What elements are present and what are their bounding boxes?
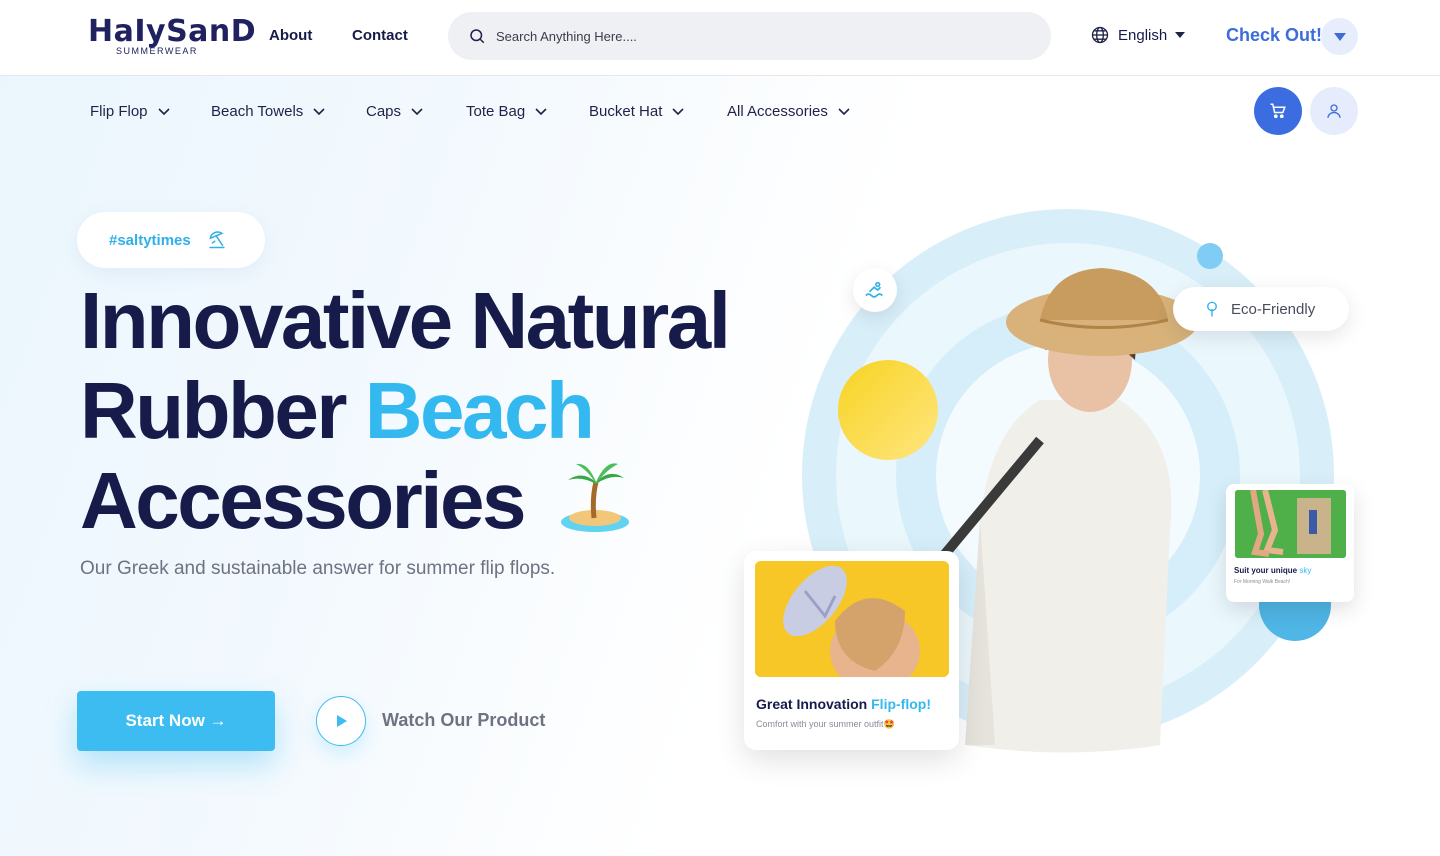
flipflop-product-card[interactable]: Great Innovation Flip-flop! Comfort with… bbox=[744, 551, 959, 750]
category-label: Beach Towels bbox=[211, 103, 304, 120]
flipflop-card-desc: Comfort with your summer outfit🤩 bbox=[756, 719, 895, 729]
chevron-down-icon bbox=[838, 107, 850, 115]
flipflop-card-title: Great Innovation Flip-flop! bbox=[756, 696, 931, 712]
cart-icon bbox=[1270, 103, 1286, 119]
logo-subtext: SUMMERWEAR bbox=[116, 46, 198, 56]
bag-product-card[interactable]: Suit your unique sky For Morning Walk Be… bbox=[1226, 484, 1354, 602]
headline-line-1: Innovative Natural bbox=[80, 276, 731, 365]
bubble-shape bbox=[1197, 243, 1223, 269]
nav-link-about[interactable]: About bbox=[269, 27, 312, 44]
category-tote-bag[interactable]: Tote Bag bbox=[466, 103, 547, 120]
logo-wordmark: HaIySanD bbox=[88, 14, 257, 49]
globe-icon bbox=[1091, 26, 1109, 44]
brand-logo[interactable]: HaIySanD SUMMERWEAR bbox=[88, 14, 256, 58]
beach-umbrella-icon bbox=[209, 231, 225, 249]
cart-button[interactable] bbox=[1254, 87, 1302, 135]
flipflop-product-image bbox=[755, 561, 949, 677]
search-input[interactable] bbox=[496, 28, 1016, 44]
chevron-down-icon bbox=[535, 107, 547, 115]
category-bucket-hat[interactable]: Bucket Hat bbox=[589, 103, 684, 120]
bag-title-a: Suit your unique bbox=[1234, 566, 1298, 575]
category-label: Flip Flop bbox=[90, 103, 148, 120]
sun-shape bbox=[838, 360, 938, 460]
checkout-dropdown-button[interactable] bbox=[1321, 18, 1358, 55]
chevron-down-icon bbox=[411, 107, 423, 115]
category-label: All Accessories bbox=[727, 103, 828, 120]
checkout-link[interactable]: Check Out! bbox=[1226, 25, 1322, 46]
bag-title-b: sky bbox=[1299, 566, 1312, 575]
play-icon bbox=[337, 715, 347, 727]
category-beach-towels[interactable]: Beach Towels bbox=[211, 103, 325, 120]
hero-subtitle: Our Greek and sustainable answer for sum… bbox=[80, 558, 556, 579]
chevron-down-icon bbox=[157, 107, 170, 115]
hashtag-badge: #saltytimes bbox=[77, 212, 265, 268]
flipflop-title-b: Flip-flop! bbox=[871, 696, 931, 712]
headline-accent-word: Beach bbox=[364, 366, 595, 455]
bag-product-image bbox=[1235, 490, 1346, 558]
category-all-accessories[interactable]: All Accessories bbox=[727, 103, 850, 120]
category-flip-flop[interactable]: Flip Flop bbox=[90, 103, 170, 120]
eco-label: Eco-Friendly bbox=[1231, 300, 1316, 318]
caret-down-icon bbox=[1175, 32, 1186, 38]
hashtag-label: #saltytimes bbox=[109, 231, 191, 249]
category-label: Bucket Hat bbox=[589, 103, 663, 120]
play-video-button[interactable] bbox=[316, 696, 366, 746]
flipflop-title-a: Great Innovation bbox=[756, 696, 868, 712]
category-label: Caps bbox=[366, 103, 402, 120]
eco-friendly-badge: Eco-Friendly bbox=[1173, 287, 1349, 331]
bag-card-desc: For Morning Walk Beach! bbox=[1234, 579, 1291, 585]
start-now-button[interactable]: Start Now → bbox=[77, 691, 275, 751]
hero-headline: Innovative Natural Rubber Beach Accessor… bbox=[80, 276, 740, 546]
search-bar[interactable] bbox=[448, 12, 1051, 60]
language-selector[interactable]: English bbox=[1090, 25, 1186, 45]
search-icon bbox=[470, 29, 485, 44]
category-caps[interactable]: Caps bbox=[366, 103, 423, 120]
chevron-down-icon bbox=[672, 107, 684, 115]
top-bar: HaIySanD SUMMERWEAR About Contact Englis… bbox=[0, 0, 1440, 76]
language-label: English bbox=[1118, 26, 1168, 44]
category-label: Tote Bag bbox=[466, 103, 526, 120]
palm-island-icon bbox=[560, 463, 629, 532]
tree-icon bbox=[1207, 301, 1217, 317]
user-account-button[interactable] bbox=[1310, 87, 1358, 135]
wave-swimmer-icon bbox=[865, 281, 883, 298]
caret-down-icon bbox=[1333, 32, 1346, 41]
category-nav: Flip Flop Beach Towels Caps Tote Bag Buc… bbox=[0, 76, 1440, 146]
chevron-down-icon bbox=[313, 107, 325, 115]
headline-line-2a: Rubber bbox=[80, 366, 348, 455]
nav-link-contact[interactable]: Contact bbox=[352, 27, 408, 44]
user-icon bbox=[1327, 104, 1341, 118]
headline-line-3: Accessories bbox=[80, 456, 526, 545]
bag-card-title: Suit your unique sky bbox=[1234, 566, 1311, 575]
surf-icon-badge bbox=[853, 268, 897, 312]
watch-product-link[interactable]: Watch Our Product bbox=[382, 710, 545, 731]
